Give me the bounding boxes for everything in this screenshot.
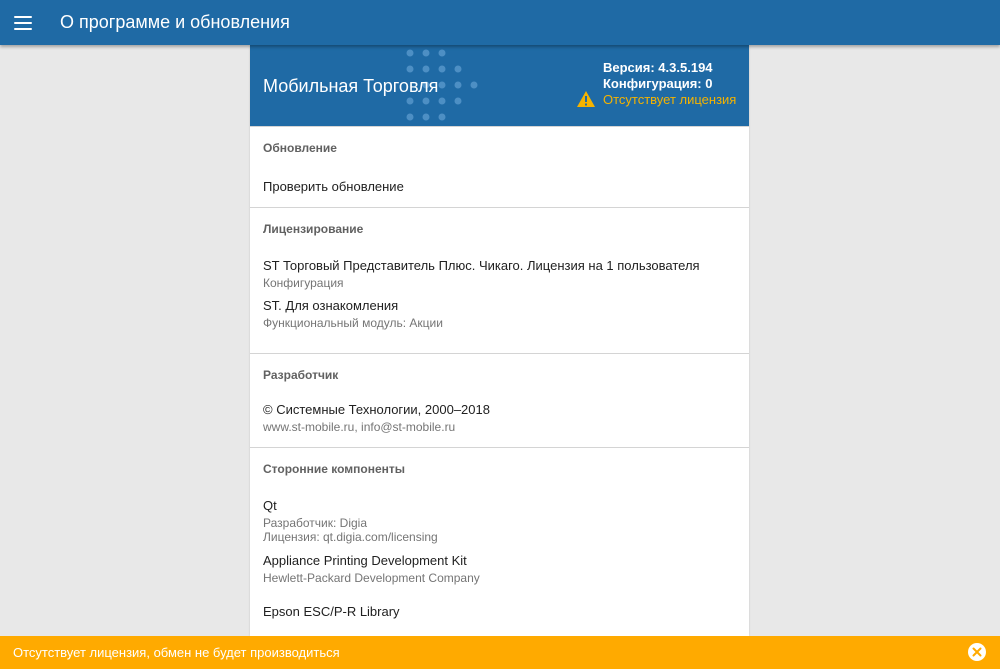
developer-section: Разработчик © Системные Технологии, 2000… [250, 353, 749, 447]
check-update-label: Проверить обновление [263, 179, 404, 194]
license-warning-banner: Отсутствует лицензия, обмен не будет про… [0, 636, 1000, 669]
licensing-section: Лицензирование ST Торговый Представитель… [250, 207, 749, 353]
component-license: Лицензия: qt.digia.com/licensing [263, 530, 438, 544]
about-card: Мобильная Торговля Версия: 4.3.5.194 Кон… [250, 45, 749, 636]
section-header-licensing: Лицензирование [263, 222, 364, 236]
banner-text: Отсутствует лицензия, обмен не будет про… [13, 645, 340, 660]
app-name: Мобильная Торговля [263, 76, 439, 96]
developer-title: © Системные Технологии, 2000–2018 [263, 402, 490, 417]
component-title: Qt [263, 498, 277, 513]
third-party-section: Сторонние компоненты Qt Разработчик: Dig… [250, 447, 749, 619]
license-item-title: ST. Для ознакомления [263, 298, 399, 313]
license-warning-label: Отсутствует лицензия [603, 92, 737, 107]
component-developer: Разработчик: Digia [263, 516, 367, 530]
section-header-third-party: Сторонние компоненты [263, 462, 406, 476]
component-item: Appliance Printing Development Kit Hewle… [250, 553, 749, 604]
close-circle-icon[interactable] [968, 643, 986, 661]
section-header-update: Обновление [263, 141, 337, 155]
component-title: Epson ESC/P-R Library [263, 604, 400, 619]
hamburger-menu-icon [14, 15, 32, 30]
app-bar: О программе и обновления [0, 0, 1000, 45]
component-title: Appliance Printing Development Kit [263, 553, 467, 568]
version-info: Версия: 4.3.5.194 Конфигурация: 0 Отсутс… [603, 60, 736, 108]
license-item[interactable]: ST Торговый Представитель Плюс. Чикаго. … [250, 246, 749, 298]
component-developer: Hewlett-Packard Development Company [263, 571, 480, 585]
license-item-title: ST Торговый Представитель Плюс. Чикаго. … [263, 258, 700, 273]
component-item: Epson ESC/P-R Library [250, 604, 749, 619]
component-item: Qt Разработчик: Digia Лицензия: qt.digia… [250, 486, 749, 553]
developer-item: © Системные Технологии, 2000–2018 www.st… [250, 392, 749, 434]
section-header-developer: Разработчик [263, 368, 339, 382]
warning-triangle-icon [577, 91, 595, 107]
license-item-sub: Функциональный модуль: Акции [263, 316, 443, 330]
menu-button[interactable] [0, 0, 46, 45]
license-item-sub: Конфигурация [263, 276, 344, 290]
license-item[interactable]: ST. Для ознакомления Функциональный моду… [250, 298, 749, 350]
page-title: О программе и обновления [60, 12, 290, 32]
version-label: Версия: 4.3.5.194 [603, 60, 713, 75]
developer-contacts: www.st-mobile.ru, info@st-mobile.ru [263, 420, 456, 434]
update-section: Обновление Проверить обновление [250, 126, 749, 207]
configuration-label: Конфигурация: 0 [603, 76, 713, 91]
app-header-banner: Мобильная Торговля Версия: 4.3.5.194 Кон… [250, 45, 749, 126]
check-update-button[interactable]: Проверить обновление [250, 165, 749, 207]
